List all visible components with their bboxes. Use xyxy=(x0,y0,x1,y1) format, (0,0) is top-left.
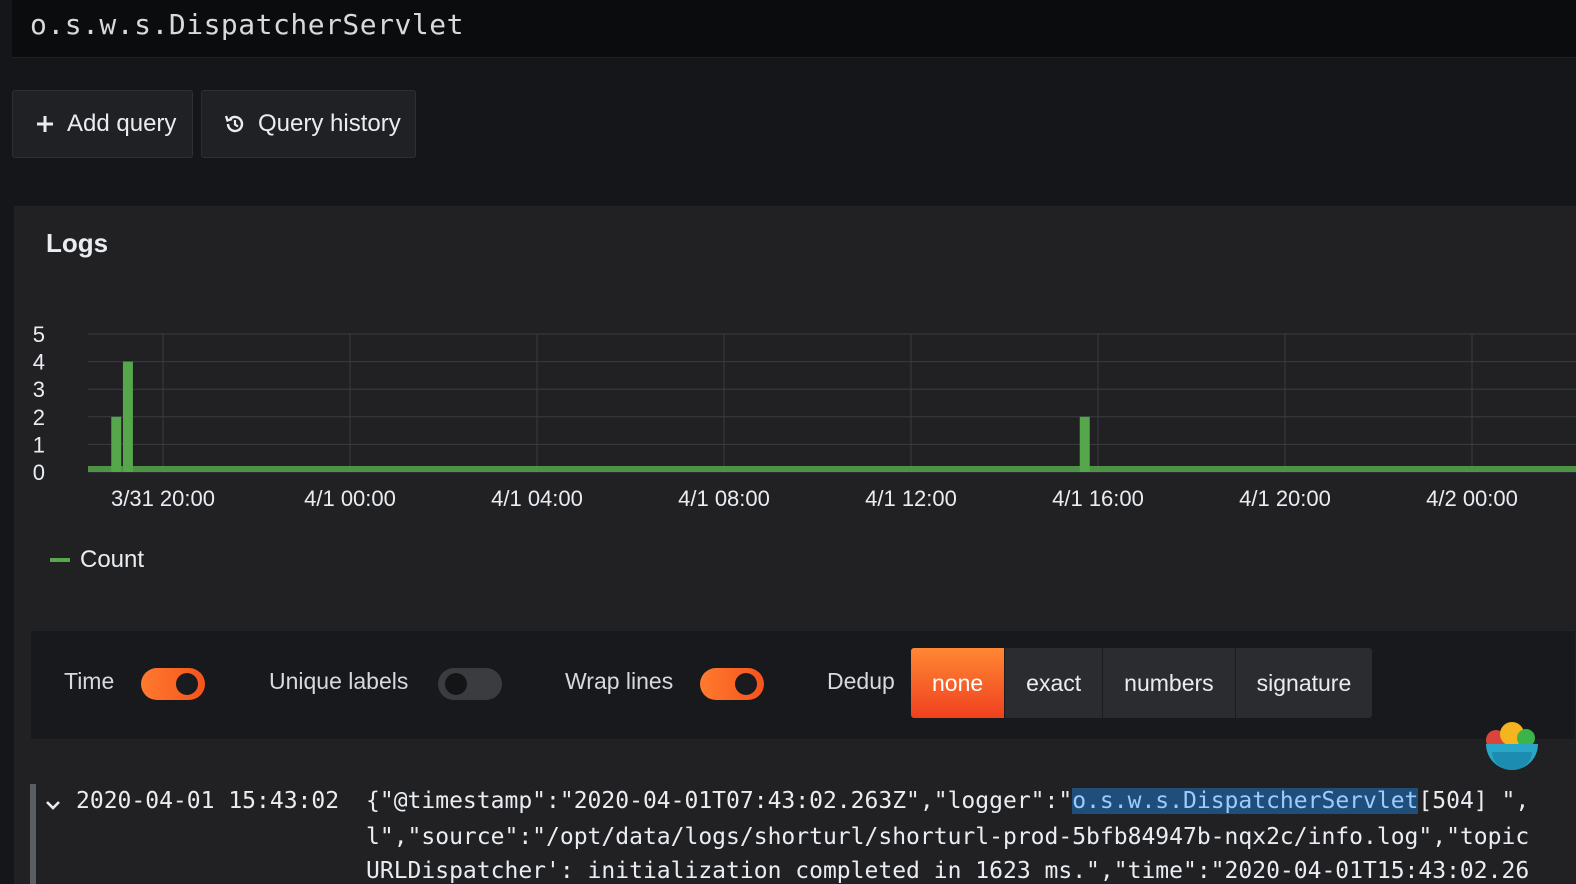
chart-legend[interactable]: Count xyxy=(50,546,144,574)
legend-label: Count xyxy=(80,546,145,573)
y-tick-label: 3 xyxy=(33,377,45,402)
zero-bar-strip xyxy=(88,466,1576,472)
log-line-2: l","source":"/opt/data/logs/shorturl/sho… xyxy=(366,824,1530,850)
log-match-highlight: o.s.w.s.DispatcherServlet xyxy=(1072,788,1419,814)
x-tick-label: 4/1 00:00 xyxy=(304,486,396,511)
query-history-label: Query history xyxy=(258,110,401,137)
y-tick-label: 0 xyxy=(33,460,45,485)
bar xyxy=(122,361,133,472)
unique-labels-label: Unique labels xyxy=(269,668,409,694)
y-tick-label: 1 xyxy=(33,432,45,457)
log-line-3: URLDispatcher': initialization completed… xyxy=(366,858,1530,884)
unique-labels-toggle[interactable] xyxy=(438,668,502,700)
wrap-lines-toggle[interactable] xyxy=(700,668,764,700)
log-options-bar: Time Unique labels Wrap lines Dedup none… xyxy=(30,630,1576,740)
log-row[interactable]: 2020-04-01 15:43:02 {"@timestamp":"2020-… xyxy=(30,784,1576,884)
add-query-button[interactable]: Add query xyxy=(12,90,193,158)
legend-swatch xyxy=(50,558,70,562)
plus-icon xyxy=(35,114,55,134)
log-timestamp: 2020-04-01 15:43:02 xyxy=(76,788,340,814)
logs-volume-chart: 0 12 34 5 3/31 20:00 4/1 00:00 4/1 04:00 4/1 0… xyxy=(33,322,1576,511)
query-editor[interactable]: o.s.w.s.DispatcherServlet xyxy=(12,0,1576,58)
toggle-knob xyxy=(735,673,757,695)
dedup-exact-button[interactable]: exact xyxy=(1005,648,1104,718)
toggle-knob xyxy=(445,673,467,695)
x-tick-label: 4/2 00:00 xyxy=(1426,486,1518,511)
dedup-none-button[interactable]: none xyxy=(911,648,1006,718)
fruit-bowl-avatar[interactable] xyxy=(1482,718,1542,778)
log-line-1: {"@timestamp":"2020-04-01T07:43:02.263Z"… xyxy=(366,788,1529,814)
x-tick-label: 4/1 08:00 xyxy=(678,486,770,511)
x-tick-label: 4/1 20:00 xyxy=(1239,486,1331,511)
bar xyxy=(1079,416,1090,472)
bar xyxy=(111,416,122,472)
y-tick-label: 5 xyxy=(33,322,45,347)
x-axis-ticks: 3/31 20:00 4/1 00:00 4/1 04:00 4/1 08:00 4/1… xyxy=(111,486,1518,511)
query-history-button[interactable]: Query history xyxy=(201,90,416,158)
time-toggle[interactable] xyxy=(141,668,205,700)
toggle-knob xyxy=(176,673,198,695)
zero-bars xyxy=(88,466,1576,472)
time-label: Time xyxy=(64,668,115,694)
history-icon xyxy=(224,113,246,135)
log-text: {"@timestamp":"2020-04-01T07:43:02.263Z"… xyxy=(366,788,1073,814)
query-text[interactable]: o.s.w.s.DispatcherServlet xyxy=(30,8,464,41)
x-tick-label: 4/1 12:00 xyxy=(865,486,957,511)
dedup-label: Dedup xyxy=(827,668,895,694)
y-axis-ticks: 0 12 34 5 xyxy=(33,322,45,485)
y-tick-label: 4 xyxy=(33,350,45,375)
dedup-signature-button[interactable]: signature xyxy=(1235,648,1373,718)
dedup-button-group: none exact numbers signature xyxy=(911,648,1373,718)
wrap-lines-label: Wrap lines xyxy=(565,668,674,694)
chart-grid xyxy=(88,333,1576,473)
x-tick-label: 3/31 20:00 xyxy=(111,486,215,511)
add-query-label: Add query xyxy=(67,110,177,137)
dedup-numbers-button[interactable]: numbers xyxy=(1103,648,1236,718)
log-level-bar xyxy=(30,784,36,884)
chevron-down-icon[interactable] xyxy=(44,794,62,820)
x-tick-label: 4/1 16:00 xyxy=(1052,486,1144,511)
log-text: [504] ", xyxy=(1418,788,1530,814)
logs-panel: Logs 012345 3/31 20:00 4/1 00:00 4/1 04:00… xyxy=(14,206,1576,884)
y-tick-label: 2 xyxy=(33,405,45,430)
x-tick-label: 4/1 04:00 xyxy=(491,486,583,511)
